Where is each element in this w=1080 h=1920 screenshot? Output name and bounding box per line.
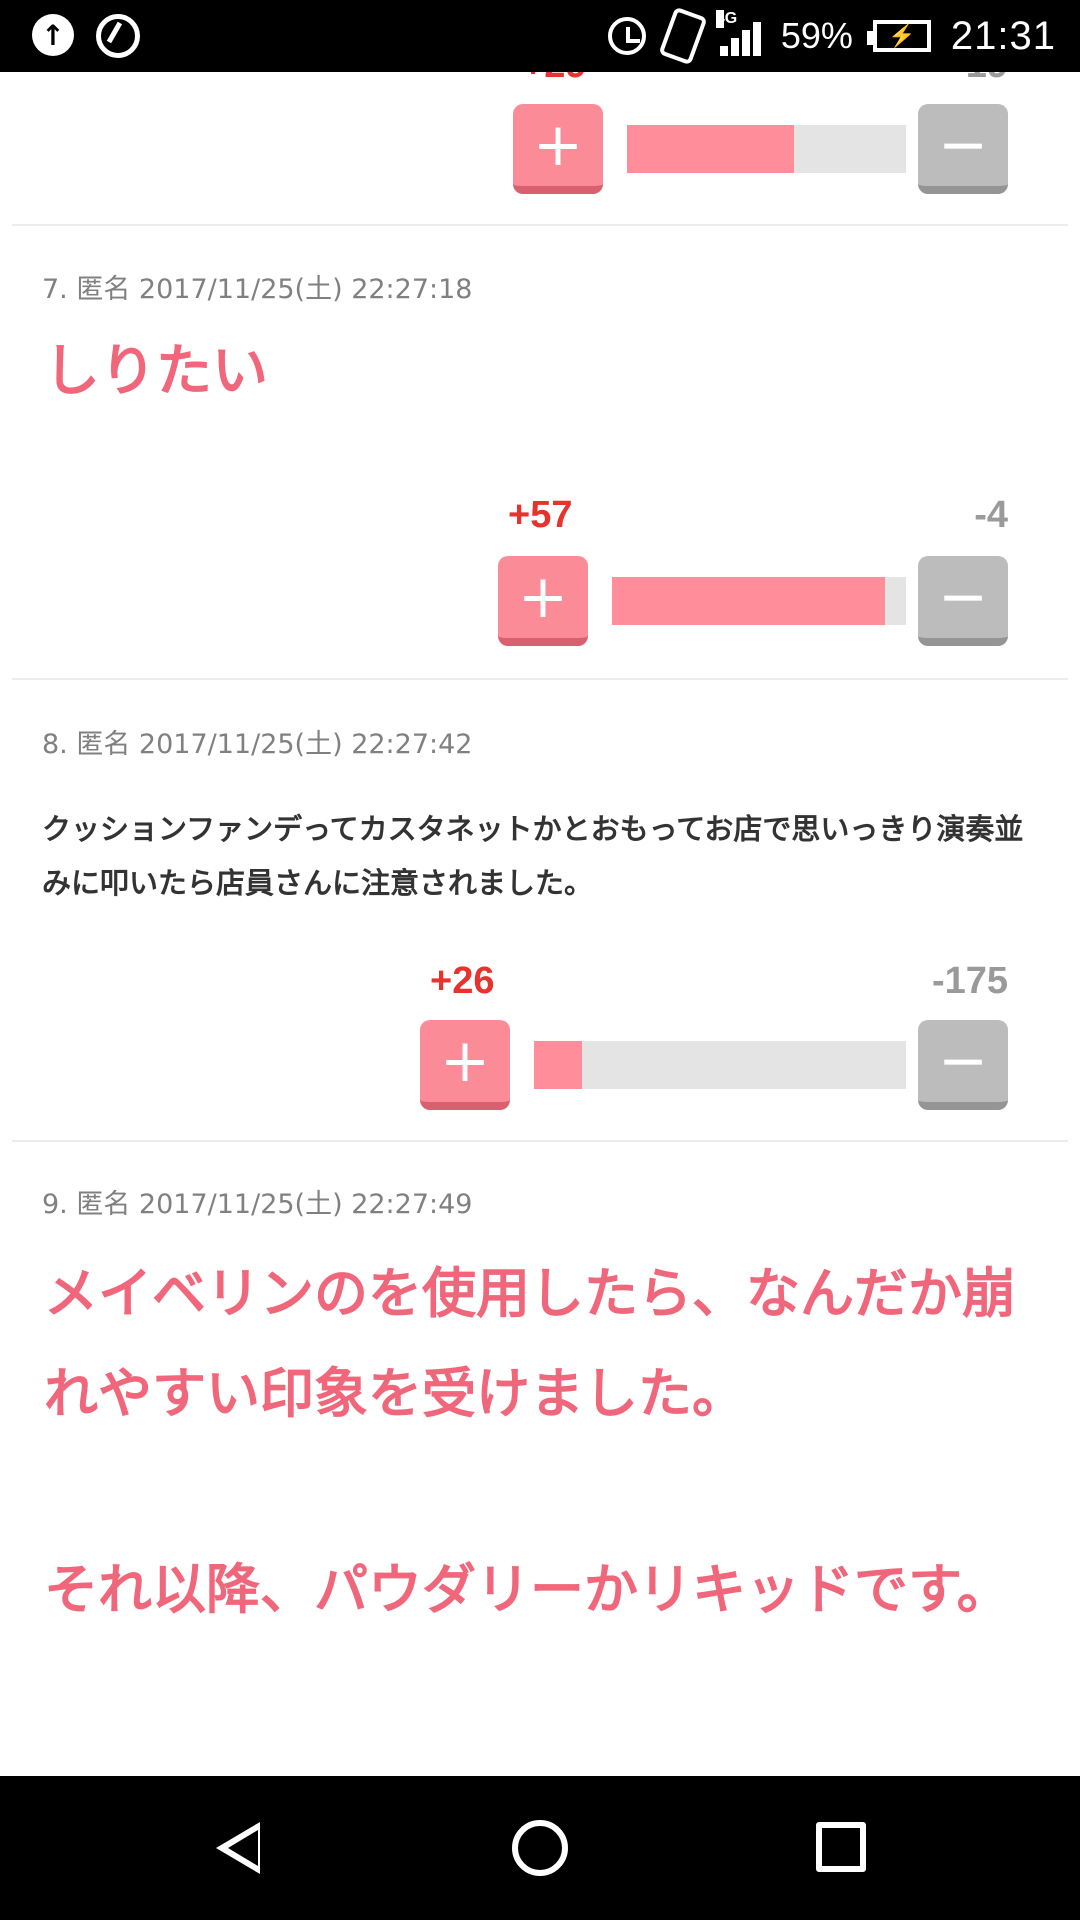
minus-vote-button[interactable]: −	[918, 1020, 1008, 1110]
plus-vote-button[interactable]: +	[498, 556, 588, 646]
vote-ratio-fill	[612, 577, 886, 625]
minus-icon: −	[937, 562, 989, 632]
minus-icon: −	[937, 110, 989, 180]
battery-charging-icon: ⚡	[866, 20, 931, 52]
plus-vote-button[interactable]: +	[420, 1020, 510, 1110]
upload-notification-icon: ↑	[32, 14, 74, 56]
minus-icon: −	[937, 1026, 989, 1096]
clock: 21:31	[950, 13, 1056, 58]
comment-list[interactable]: +29 -19 + − 7. 匿名 2017/11/25(土) 22:27:18…	[0, 72, 1080, 1776]
minus-vote-button[interactable]: −	[918, 104, 1008, 194]
vote-ratio-bar	[627, 125, 906, 173]
comment-body: クッションファンデってカスタネットかとおもってお店で思いっきり演奏並みに叩いたら…	[42, 812, 1024, 900]
comment-item: 9. 匿名 2017/11/25(土) 22:27:49 メイベリンのを使用した…	[0, 1142, 1080, 1776]
plus-count: +29	[522, 72, 586, 87]
plus-icon: +	[517, 562, 569, 632]
plus-count: +26	[430, 960, 495, 1002]
comment-item: 7. 匿名 2017/11/25(土) 22:27:18 しりたい +57 -4…	[0, 226, 1080, 678]
comment-meta: 7. 匿名 2017/11/25(土) 22:27:18	[42, 274, 473, 305]
sync-notification-icon	[96, 14, 140, 58]
network-type: 4G	[715, 10, 738, 28]
plus-vote-button[interactable]: +	[513, 104, 603, 194]
back-icon[interactable]	[216, 1822, 260, 1874]
signal-icon: 4G	[715, 10, 761, 56]
vote-ratio-bar	[612, 577, 906, 625]
plus-icon: +	[532, 110, 584, 180]
minus-count: -175	[931, 960, 1008, 1002]
comment-meta: 9. 匿名 2017/11/25(土) 22:27:49	[42, 1189, 473, 1220]
minus-vote-button[interactable]: −	[918, 556, 1008, 646]
vote-ratio-bar	[534, 1041, 906, 1089]
comment-meta: 8. 匿名 2017/11/25(土) 22:27:42	[42, 729, 473, 760]
vote-ratio-fill	[627, 125, 795, 173]
minus-count: -4	[974, 494, 1008, 536]
recents-icon[interactable]	[816, 1822, 866, 1872]
comment-item: +29 -19 + −	[0, 72, 1080, 224]
minus-count: -19	[953, 72, 1008, 87]
comment-body: しりたい	[44, 339, 268, 404]
vote-ratio-fill	[534, 1041, 583, 1089]
alarm-icon	[607, 17, 646, 55]
plus-count: +57	[508, 494, 573, 536]
plus-icon: +	[439, 1026, 491, 1096]
navigation-bar	[0, 1776, 1080, 1920]
status-bar: ↑ 4G 59% ⚡ 21:31	[0, 0, 1080, 72]
comment-body-line: それ以降、パウダリーかリキッドです。	[44, 1558, 1011, 1621]
comment-item: 8. 匿名 2017/11/25(土) 22:27:42 クッションファンデって…	[0, 680, 1080, 1140]
battery-percent: 59%	[780, 15, 853, 56]
comment-body-line: メイベリンのを使用したら、なんだか崩れやすい印象を受けました。	[44, 1262, 1016, 1425]
home-icon[interactable]	[512, 1820, 568, 1876]
nfc-icon	[658, 6, 708, 66]
